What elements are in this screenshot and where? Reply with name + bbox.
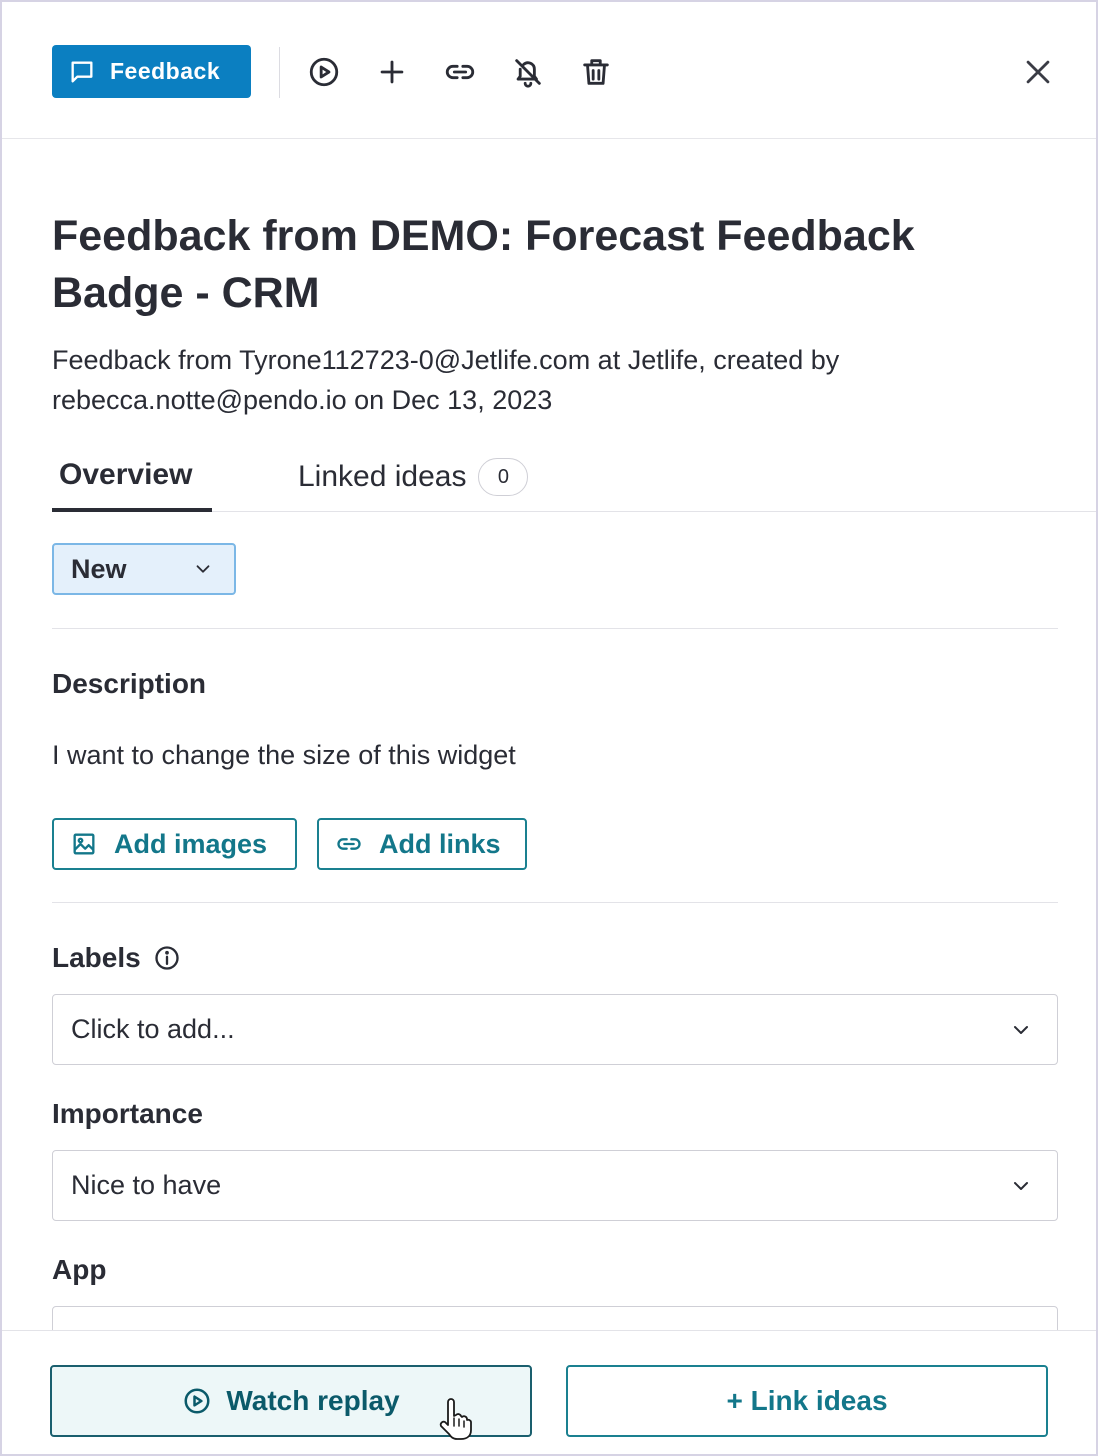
close-icon[interactable] bbox=[1018, 52, 1058, 92]
info-icon[interactable] bbox=[153, 944, 181, 972]
divider bbox=[52, 902, 1058, 903]
tab-linked-ideas-label: Linked ideas bbox=[298, 460, 467, 493]
watch-replay-label: Watch replay bbox=[226, 1385, 400, 1416]
link-icon bbox=[337, 838, 361, 850]
description-text: I want to change the size of this widget bbox=[52, 740, 516, 770]
feedback-button[interactable]: Feedback bbox=[52, 45, 251, 98]
tab-bar: Overview Linked ideas 0 bbox=[52, 442, 1096, 512]
app-heading: App bbox=[52, 1254, 107, 1285]
link-ideas-button[interactable]: + Link ideas bbox=[566, 1365, 1048, 1437]
play-circle-icon bbox=[184, 1388, 210, 1414]
status-dropdown[interactable]: New bbox=[52, 543, 236, 595]
importance-select[interactable]: Nice to have bbox=[52, 1150, 1058, 1221]
add-images-button[interactable]: Add images bbox=[52, 818, 297, 870]
footer-actions: Watch replay + Link ideas bbox=[2, 1330, 1096, 1454]
bell-off-icon[interactable] bbox=[508, 52, 548, 92]
tab-linked-ideas[interactable]: Linked ideas 0 bbox=[298, 458, 529, 496]
add-links-label: Add links bbox=[379, 828, 501, 859]
labels-placeholder: Click to add... bbox=[71, 1014, 235, 1044]
toolbar-divider bbox=[279, 47, 280, 98]
add-images-label: Add images bbox=[114, 828, 268, 859]
tab-overview-label: Overview bbox=[59, 458, 193, 491]
meta-line-1: Feedback from Tyrone112723-0@Jetlife.com… bbox=[52, 345, 840, 375]
tab-overview[interactable]: Overview bbox=[52, 442, 212, 512]
chevron-down-icon bbox=[196, 565, 210, 573]
toolbar: Feedback bbox=[2, 2, 1096, 139]
feedback-detail-panel: Feedback Feedback from DEMO: Forecast Fe… bbox=[0, 0, 1098, 1456]
status-value: New bbox=[71, 553, 127, 584]
add-links-button[interactable]: Add links bbox=[317, 818, 527, 870]
labels-heading: Labels bbox=[52, 942, 181, 974]
importance-value: Nice to have bbox=[71, 1170, 222, 1200]
labels-heading-text: Labels bbox=[52, 942, 141, 973]
page-title: Feedback from DEMO: Forecast Feedback Ba… bbox=[52, 212, 915, 317]
chevron-down-icon bbox=[1014, 1181, 1028, 1190]
linked-ideas-count-badge: 0 bbox=[478, 458, 529, 496]
feedback-meta: Feedback from Tyrone112723-0@Jetlife.com… bbox=[52, 340, 1012, 420]
plus-icon[interactable] bbox=[372, 52, 412, 92]
feedback-button-label: Feedback bbox=[110, 58, 221, 84]
meta-line-2: rebecca.notte@pendo.io on Dec 13, 2023 bbox=[52, 385, 553, 415]
trash-icon[interactable] bbox=[576, 52, 616, 92]
divider bbox=[52, 628, 1058, 629]
importance-heading: Importance bbox=[52, 1098, 203, 1129]
link-ideas-label: + Link ideas bbox=[726, 1385, 888, 1416]
play-circle-icon[interactable] bbox=[304, 52, 344, 92]
labels-select[interactable]: Click to add... bbox=[52, 994, 1058, 1065]
message-icon bbox=[71, 61, 93, 83]
link-icon[interactable] bbox=[440, 52, 480, 92]
image-icon bbox=[73, 833, 95, 855]
description-heading: Description bbox=[52, 668, 207, 699]
hand-pointer-cursor-icon bbox=[439, 1398, 472, 1440]
chevron-down-icon bbox=[1014, 1025, 1028, 1034]
